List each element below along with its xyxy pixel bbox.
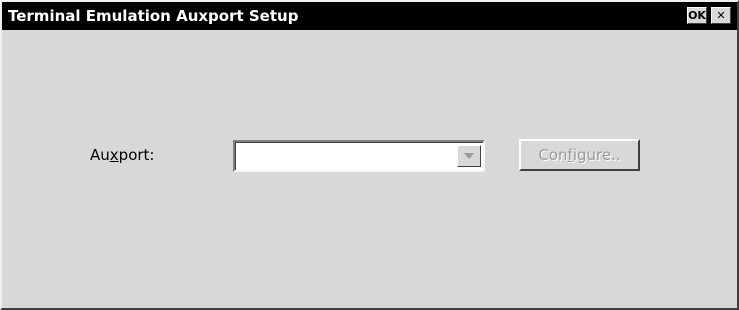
close-icon: ✕ [716, 9, 726, 22]
ok-button[interactable]: OK [687, 7, 707, 24]
auxport-label: Auxport: [90, 146, 154, 164]
auxport-dropdown[interactable] [233, 140, 485, 172]
configure-button[interactable]: Con f igure.. [519, 139, 640, 171]
auxport-label-prefix: Au [90, 146, 110, 164]
ok-icon: OK [688, 9, 706, 22]
title-buttons: OK ✕ [687, 7, 731, 24]
dialog-window: Terminal Emulation Auxport Setup OK ✕ Au… [0, 0, 739, 310]
close-button[interactable]: ✕ [711, 7, 731, 24]
dropdown-button[interactable] [457, 145, 481, 167]
configure-label-prefix: Con [538, 146, 568, 164]
configure-label-suffix: igure.. [572, 146, 621, 164]
auxport-label-suffix: port: [118, 146, 155, 164]
auxport-label-accelerator: x [109, 146, 119, 164]
chevron-down-icon [464, 153, 474, 159]
title-bar[interactable]: Terminal Emulation Auxport Setup OK ✕ [2, 2, 737, 30]
window-title: Terminal Emulation Auxport Setup [8, 7, 299, 25]
